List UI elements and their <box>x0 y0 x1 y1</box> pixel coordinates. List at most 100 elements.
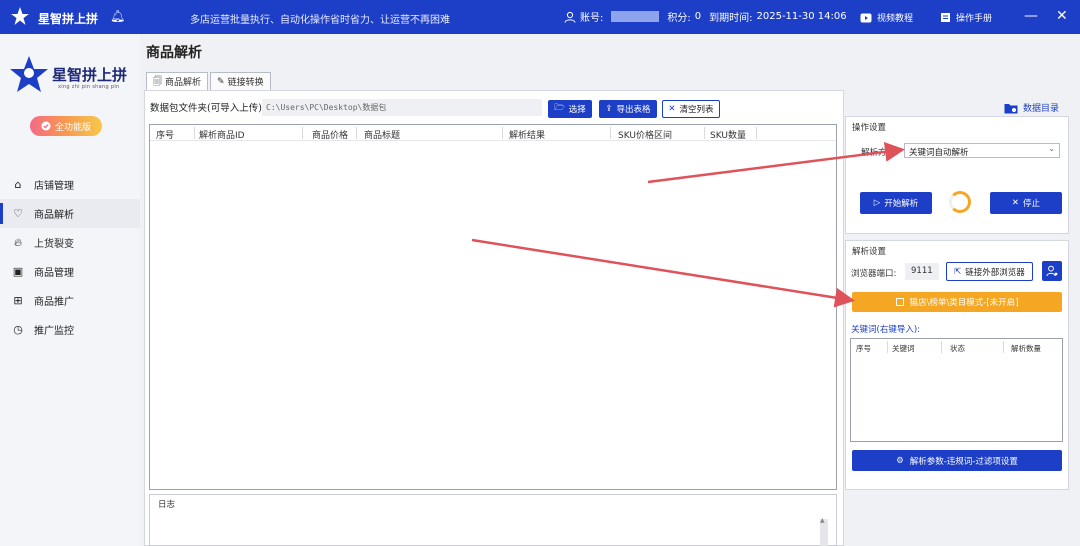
shop-rank-category-mode-button[interactable]: 猫店\榜单\类目模式-[未开启] <box>852 292 1062 312</box>
col-header: 解析结果 <box>509 131 546 141</box>
data-dir-label: 数据目录 <box>1023 104 1060 114</box>
folder-path-input[interactable]: C:\Users\PC\Desktop\数据包 <box>262 99 542 116</box>
filter-settings-label: 解析参数-违规词-过滤项设置 <box>909 456 1018 467</box>
mode-button-label: 猫店\榜单\类目模式-[未开启] <box>909 298 1019 308</box>
check-circle-icon <box>41 121 51 131</box>
sidebar-item-product-parse[interactable]: ♡ 商品解析 <box>0 199 140 228</box>
user-settings-button[interactable] <box>1042 261 1062 281</box>
heart-icon: ♡ <box>13 207 23 220</box>
close-icon: ✕ <box>668 104 676 114</box>
table-header: 序号 解析商品ID 商品价格 商品标题 解析结果 SKU价格区间 SKU数量 <box>150 125 836 141</box>
select-button[interactable]: 🗁 选择 <box>548 100 592 118</box>
parse-mode-select[interactable]: 关键词自动解析 ⌄ <box>904 143 1060 158</box>
port-input[interactable]: 9111 <box>905 263 939 280</box>
parse-settings-title: 解析设置 <box>852 247 887 257</box>
account-masked <box>611 11 660 22</box>
expiry-label: 到期时间: <box>709 13 753 24</box>
operation-settings-panel: 操作设置 解析方式: 关键词自动解析 ⌄ ▷ 开始解析 ✕ 停止 <box>845 116 1069 234</box>
user-gear-icon <box>1046 265 1058 277</box>
close-button[interactable]: ✕ <box>1056 8 1068 24</box>
select-button-label: 选择 <box>568 105 586 115</box>
link-browser-button[interactable]: ⇱ 链接外部浏览器 <box>946 262 1033 281</box>
sidebar-nav: ⌂ 店铺管理 ♡ 商品解析 🔥︎ 上货裂变 ▣ 商品管理 ⊞ 商品推广 ◷ 推广… <box>0 170 140 344</box>
edition-badge: 全功能版 <box>30 116 102 136</box>
folder-icon: 🗁 <box>554 103 565 113</box>
col-header: 序号 <box>156 131 175 141</box>
chevron-down-icon: ⌄ <box>1048 144 1055 153</box>
video-tutorial-button[interactable]: 视频教程 <box>860 11 913 24</box>
manual-button[interactable]: 操作手册 <box>940 11 992 24</box>
grid-icon: ⊞ <box>13 294 23 307</box>
clock-icon: ◷ <box>13 323 23 336</box>
keywords-table[interactable]: 序号 关键词 状态 解析数量 <box>850 338 1063 442</box>
tab-label: 商品解析 <box>165 78 202 88</box>
sidebar-item-product-promo[interactable]: ⊞ 商品推广 <box>0 286 140 315</box>
stop-label: 停止 <box>1023 199 1041 209</box>
sidebar-item-label: 商品管理 <box>34 268 74 279</box>
fire-icon: 🔥︎ <box>13 235 23 249</box>
export-button-label: 导出表格 <box>616 105 651 115</box>
tab-product-parse[interactable]: 🗐 商品解析 <box>146 72 209 90</box>
log-scrollbar[interactable] <box>820 517 828 546</box>
clear-list-button[interactable]: ✕ 清空列表 <box>662 100 720 118</box>
home-icon: ⌂ <box>14 178 22 191</box>
book-icon <box>941 13 950 22</box>
kw-col-header: 状态 <box>950 344 965 353</box>
search-doc-icon: 🗐 <box>153 76 162 87</box>
checkbox-icon <box>895 298 904 306</box>
close-icon: ✕ <box>1011 198 1020 208</box>
brand-logo: 星智拼上拼 xing zhi pin shang pin <box>8 54 134 98</box>
sidebar-item-product-manage[interactable]: ▣ 商品管理 <box>0 257 140 286</box>
sidebar-item-upload-fission[interactable]: 🔥︎ 上货裂变 <box>0 228 140 257</box>
kw-col-header: 解析数量 <box>1011 344 1041 353</box>
stop-button[interactable]: ✕ 停止 <box>990 192 1062 214</box>
minimize-button[interactable]: — <box>1024 8 1038 24</box>
parse-settings-panel: 解析设置 浏览器端口: 9111 ⇱ 链接外部浏览器 猫店\榜单\类目模式-[未… <box>845 240 1069 490</box>
cursor-click-icon: ⇱ <box>954 266 962 277</box>
star-logo-icon <box>10 56 48 92</box>
filter-settings-button[interactable]: ⚙ 解析参数-违规词-过滤项设置 <box>852 450 1062 471</box>
sidebar-item-promo-monitor[interactable]: ◷ 推广监控 <box>0 315 140 344</box>
title-bar: 星智拼上拼 🔔︎ 多店运营批量执行、自动化操作省时省力、让运营不再困难 账号: … <box>0 0 1080 34</box>
folder-label: 数据包文件夹(可导入上传): <box>150 103 266 114</box>
link-browser-label: 链接外部浏览器 <box>965 267 1025 278</box>
start-parse-button[interactable]: ▷ 开始解析 <box>860 192 932 214</box>
data-dir-button[interactable]: 数据目录 <box>1004 101 1059 114</box>
points-label: 积分: <box>667 13 691 24</box>
op-settings-title: 操作设置 <box>852 123 887 133</box>
tab-bar: 🗐 商品解析 ✎ 链接转换 <box>146 72 271 90</box>
col-header: SKU价格区间 <box>618 131 672 141</box>
start-parse-label: 开始解析 <box>884 199 919 209</box>
expiry-value: 2025-11-30 14:06 <box>756 11 847 22</box>
parse-mode-label: 解析方式: <box>861 148 898 158</box>
folder-row: 数据包文件夹(可导入上传): <box>150 100 265 114</box>
sidebar-item-label: 商品推广 <box>34 297 74 308</box>
export-button[interactable]: ⇪ 导出表格 <box>599 100 657 118</box>
log-panel[interactable]: 日志 <box>149 494 837 546</box>
upload-icon: ⇪ <box>605 104 613 114</box>
user-icon <box>564 11 576 23</box>
video-icon <box>860 13 872 22</box>
bell-icon[interactable]: 🔔︎ <box>110 9 125 23</box>
edit-doc-icon: ✎ <box>217 76 225 87</box>
edition-badge-label: 全功能版 <box>54 122 91 133</box>
points-value: 0 <box>694 11 702 22</box>
play-icon: ▷ <box>873 198 881 208</box>
wallet-icon: ▣ <box>12 265 24 278</box>
col-header: 商品标题 <box>364 131 401 141</box>
product-table[interactable]: 序号 解析商品ID 商品价格 商品标题 解析结果 SKU价格区间 SKU数量 <box>149 124 837 490</box>
slogan: 多店运营批量执行、自动化操作省时省力、让运营不再困难 <box>190 15 450 26</box>
loading-spinner-icon <box>949 191 971 213</box>
kw-col-header: 关键词 <box>892 344 915 353</box>
gear-icon: ⚙ <box>896 455 904 466</box>
log-label: 日志 <box>158 500 176 510</box>
brand-subtitle: xing zhi pin shang pin <box>58 84 120 90</box>
kw-col-header: 序号 <box>856 344 871 353</box>
sidebar-item-label: 店铺管理 <box>34 181 74 192</box>
sidebar-item-shop-manage[interactable]: ⌂ 店铺管理 <box>0 170 140 199</box>
tab-link-convert[interactable]: ✎ 链接转换 <box>210 72 271 90</box>
app-logo-icon <box>11 7 29 25</box>
keywords-label: 关键词(右键导入): <box>851 325 920 335</box>
sidebar-item-label: 上货裂变 <box>34 239 74 250</box>
brand-name: 星智拼上拼 <box>52 66 128 84</box>
